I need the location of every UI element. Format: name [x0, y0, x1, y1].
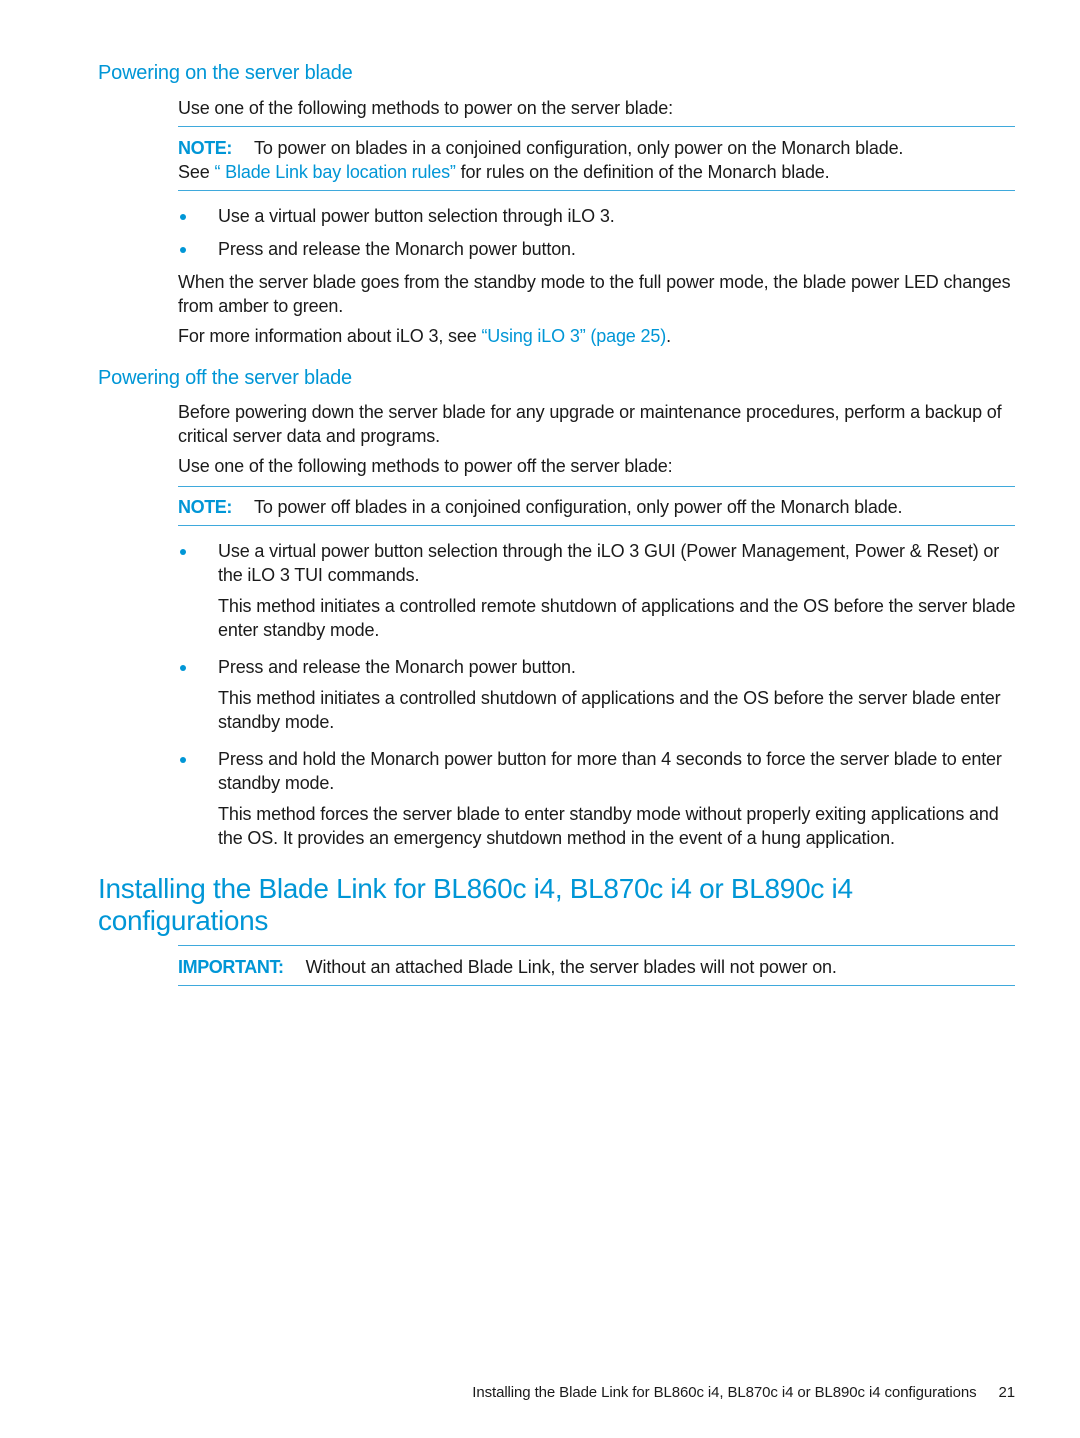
powering-off-methods-intro: Use one of the following methods to powe…: [178, 456, 673, 476]
note-top-rule: [178, 126, 1015, 127]
section-heading-powering-on: Powering on the server blade: [98, 62, 353, 84]
bullet-icon: [180, 549, 186, 555]
note-text-suffix: for rules on the definition of the Monar…: [455, 162, 830, 182]
powering-on-intro: Use one of the following methods to powe…: [178, 98, 673, 118]
bullet-icon: [180, 247, 186, 253]
list-item: Press and release the Monarch power butt…: [218, 657, 576, 677]
important-notice: IMPORTANT: Without an attached Blade Link…: [178, 955, 1018, 979]
note-powering-on: NOTE: To power on blades in a conjoined c…: [178, 136, 1018, 184]
note-label: NOTE:: [178, 497, 232, 517]
important-label: IMPORTANT:: [178, 957, 284, 977]
bullet-icon: [180, 665, 186, 671]
list-item-detail: This method initiates a controlled shutd…: [218, 688, 1001, 732]
note-label: NOTE:: [178, 138, 232, 158]
section-heading-powering-off: Powering off the server blade: [98, 367, 352, 389]
powering-off-intro: Before powering down the server blade fo…: [178, 402, 1002, 446]
bullet-icon: [180, 757, 186, 763]
note-powering-off: NOTE: To power off blades in a conjoined …: [178, 495, 1018, 519]
list-item: Use a virtual power button selection thr…: [218, 541, 1000, 585]
important-top-rule: [178, 945, 1015, 946]
list-item-detail: This method initiates a controlled remot…: [218, 596, 1016, 640]
power-led-paragraph: When the server blade goes from the stan…: [178, 272, 1011, 316]
note-text: To power on blades in a conjoined config…: [254, 138, 904, 158]
ilo-info-prefix: For more information about iLO 3, see: [178, 326, 482, 346]
note-bottom-rule: [178, 190, 1015, 191]
footer-title: Installing the Blade Link for BL860c i4,…: [472, 1384, 977, 1401]
blade-link-bay-location-rules-link[interactable]: “ Blade Link bay location rules”: [214, 162, 455, 182]
page-footer: Installing the Blade Link for BL860c i4,…: [300, 1384, 1015, 1401]
important-bottom-rule: [178, 985, 1015, 986]
bullet-icon: [180, 214, 186, 220]
list-item: Press and hold the Monarch power button …: [218, 749, 1002, 793]
using-ilo3-link[interactable]: “Using iLO 3” (page 25): [481, 326, 666, 346]
list-item: Press and release the Monarch power butt…: [218, 239, 576, 259]
note-text-prefix: See: [178, 162, 215, 182]
important-text: Without an attached Blade Link, the serv…: [305, 957, 837, 977]
ilo-info-paragraph: For more information about iLO 3, see “U…: [178, 324, 1018, 348]
list-item-detail: This method forces the server blade to e…: [218, 804, 999, 848]
note-bottom-rule: [178, 525, 1015, 526]
list-item: Use a virtual power button selection thr…: [218, 206, 615, 226]
note-text: To power off blades in a conjoined confi…: [254, 497, 903, 517]
ilo-info-suffix: .: [666, 326, 671, 346]
section-heading-installing-blade-link: Installing the Blade Link for BL860c i4,…: [98, 873, 853, 936]
page-number: 21: [998, 1384, 1016, 1401]
note-top-rule: [178, 486, 1015, 487]
